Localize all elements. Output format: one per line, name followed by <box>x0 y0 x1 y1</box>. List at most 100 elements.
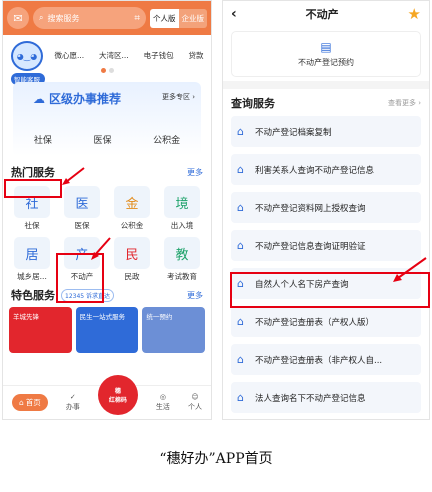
search-icon: ⌕ <box>39 13 44 22</box>
query-service-label: 自然人个人名下房产查询 <box>255 279 349 290</box>
service-icon: 境 <box>164 186 200 218</box>
query-service-item[interactable]: ⌂ 不动产登记信息查询证明验证 <box>231 230 421 261</box>
query-service-label: 不动产登记信息查询证明验证 <box>255 241 366 252</box>
banner-title: ☁ 区级办事推荐 <box>33 91 122 107</box>
featured-card[interactable]: 民生一站式服务 <box>75 307 139 353</box>
hot-services-header: 热门服务 更多 <box>3 162 211 182</box>
query-service-item[interactable]: ⌂ 不动产登记查册表（非产权人自... <box>231 344 421 375</box>
hot-service-item[interactable]: 医医保 <box>57 186 107 231</box>
page-title: 不动产 <box>305 8 339 21</box>
view-more-link[interactable]: 查看更多 › <box>388 98 421 108</box>
service-label: 公积金 <box>120 221 144 230</box>
house-icon: ⌂ <box>237 238 244 252</box>
house-icon: ⌂ <box>237 390 244 404</box>
home-screen: ✉ ⌕ 搜索服务 ⌗ 个人版 企业版 ◕‿◕ 智能客服 微心愿... 大湾区..… <box>2 0 212 420</box>
featured-card[interactable]: 统一预约 <box>142 307 206 353</box>
kapok-flower-icon: 穗 <box>114 387 121 395</box>
compass-icon: ◎ <box>159 393 166 401</box>
service-label: 医保 <box>74 221 90 230</box>
back-icon[interactable]: ‹ <box>231 6 237 22</box>
service-label: 出入境 <box>170 221 194 230</box>
tab-affairs[interactable]: ✓ 办事 <box>66 393 80 412</box>
cloud-icon: ☁ <box>33 91 45 106</box>
service-icon: 金 <box>114 186 150 218</box>
hot-more-link[interactable]: 更多 <box>187 167 203 178</box>
personal-mode-tab[interactable]: 个人版 <box>150 8 179 28</box>
tab-home[interactable]: ⌂ 首页 <box>12 394 48 411</box>
query-service-label: 法人查询名下不动产登记信息 <box>255 393 366 404</box>
service-label: 社保 <box>24 221 40 230</box>
query-section-title: 查询服务 <box>231 97 275 110</box>
banner-link[interactable]: 社保 <box>34 133 52 146</box>
search-input[interactable]: ⌕ 搜索服务 ⌗ <box>33 7 146 29</box>
service-icon: 居 <box>14 237 50 269</box>
query-service-label: 不动产登记查册表（非产权人自... <box>255 355 383 366</box>
favorite-star-icon[interactable]: ★ <box>408 5 421 23</box>
hot-service-item[interactable]: 教考试教育 <box>157 237 207 282</box>
quick-nav-item[interactable]: 贷款 <box>189 50 204 61</box>
query-service-label: 不动产登记档案复制 <box>255 127 332 138</box>
house-icon: ⌂ <box>237 200 244 214</box>
featured-cards: 羊城先锋 民生一站式服务 统一预约 <box>3 304 211 356</box>
hot-service-item[interactable]: 社社保 <box>7 186 57 231</box>
banner-links: 社保 医保 公积金 <box>13 133 201 146</box>
banner-link[interactable]: 医保 <box>93 133 111 146</box>
hot-service-item[interactable]: 金公积金 <box>107 186 157 231</box>
tab-personal[interactable]: ☺ 个人 <box>188 393 202 412</box>
service-icon: 产 <box>64 237 100 269</box>
top-bar: ✉ ⌕ 搜索服务 ⌗ 个人版 企业版 <box>3 1 211 35</box>
chat-bubble-icon[interactable]: ✉ <box>7 7 29 29</box>
document-icon: ▤ <box>320 40 332 54</box>
search-placeholder: 搜索服务 <box>47 13 80 23</box>
hot-service-item[interactable]: 产不动产 <box>57 237 107 282</box>
query-service-item[interactable]: ⌂ 不动产登记查册表（产权人版） <box>231 306 421 337</box>
banner-link[interactable]: 公积金 <box>153 133 180 146</box>
scan-icon[interactable]: ⌗ <box>134 13 140 24</box>
service-label: 考试教育 <box>167 272 197 281</box>
query-service-item[interactable]: ⌂ 自然人个人名下房产查询 <box>231 268 421 299</box>
query-section-header: 查询服务 查看更多 › <box>223 89 429 113</box>
hot-service-item[interactable]: 民民政 <box>107 237 157 282</box>
divider <box>223 81 429 89</box>
appointment-card[interactable]: ▤ 不动产登记预约 <box>231 31 421 77</box>
real-estate-screen: ‹ 不动产 ★ ▤ 不动产登记预约 查询服务 查看更多 › ⌂ 不动产登记档案复制… <box>222 0 430 420</box>
figure-caption: “穗好办”APP首页 <box>159 451 273 467</box>
house-icon: ⌂ <box>237 124 244 138</box>
district-banner[interactable]: ☁ 区级办事推荐 更多专区 › 社保 医保 公积金 <box>13 82 201 156</box>
mode-switch[interactable]: 个人版 企业版 <box>150 8 207 28</box>
tab-life[interactable]: ◎ 生活 <box>156 393 170 412</box>
quick-nav-item[interactable]: 电子钱包 <box>144 50 174 61</box>
query-service-item[interactable]: ⌂ 法人查询名下不动产登记信息 <box>231 382 421 413</box>
service-icon: 教 <box>164 237 200 269</box>
home-icon: ⌂ <box>19 398 24 407</box>
house-icon: ⌂ <box>237 352 244 366</box>
more-zones-link[interactable]: 更多专区 › <box>162 92 195 102</box>
hot-services-grid: 社社保医医保金公积金境出入境居城乡居... 产不动产民民政教考试教育 <box>3 182 211 286</box>
query-list: ⌂ 不动产登记档案复制 ⌂ 利害关系人查询不动产登记信息 ⌂ 不动产登记资料网上授权查询 ⌂… <box>223 113 429 419</box>
quick-nav-item[interactable]: 大湾区... <box>99 50 129 61</box>
hot-service-item[interactable]: 居城乡居... <box>7 237 57 282</box>
figure: ✉ ⌕ 搜索服务 ⌗ 个人版 企业版 ◕‿◕ 智能客服 微心愿... 大湾区..… <box>0 0 432 492</box>
house-icon: ⌂ <box>237 276 244 290</box>
hot-service-item[interactable]: 境出入境 <box>157 186 207 231</box>
quick-nav-item[interactable]: 微心愿... <box>54 50 84 61</box>
service-label: 不动产 <box>70 272 94 281</box>
quick-nav: ◕‿◕ 智能客服 微心愿... 大湾区... 电子钱包 贷款 <box>3 35 211 85</box>
bottom-tab-bar: ⌂ 首页 ✓ 办事 穗 红棉码 ◎ 生活 ☺ 个人 <box>3 374 211 419</box>
tab-redcotton-code[interactable]: 穗 红棉码 <box>97 374 138 415</box>
enterprise-mode-tab[interactable]: 企业版 <box>178 8 207 28</box>
featured-more-link[interactable]: 更多 <box>187 290 203 301</box>
query-service-item[interactable]: ⌂ 不动产登记档案复制 <box>231 116 421 147</box>
hotline-pill[interactable]: 12345 诉求直达 <box>61 288 114 302</box>
service-icon: 医 <box>64 186 100 218</box>
query-service-item[interactable]: ⌂ 利害关系人查询不动产登记信息 <box>231 154 421 185</box>
query-service-label: 不动产登记查册表（产权人版） <box>255 317 375 328</box>
nav-bar: ‹ 不动产 ★ <box>223 1 429 27</box>
query-service-item[interactable]: ⌂ 不动产登记资料网上授权查询 <box>231 192 421 223</box>
check-circle-icon: ✓ <box>69 393 76 401</box>
user-icon: ☺ <box>191 393 199 401</box>
service-label: 民政 <box>124 272 140 281</box>
query-service-label: 利害关系人查询不动产登记信息 <box>255 165 375 176</box>
featured-card[interactable]: 羊城先锋 <box>9 307 72 353</box>
robot-icon: ◕‿◕ <box>11 41 43 71</box>
